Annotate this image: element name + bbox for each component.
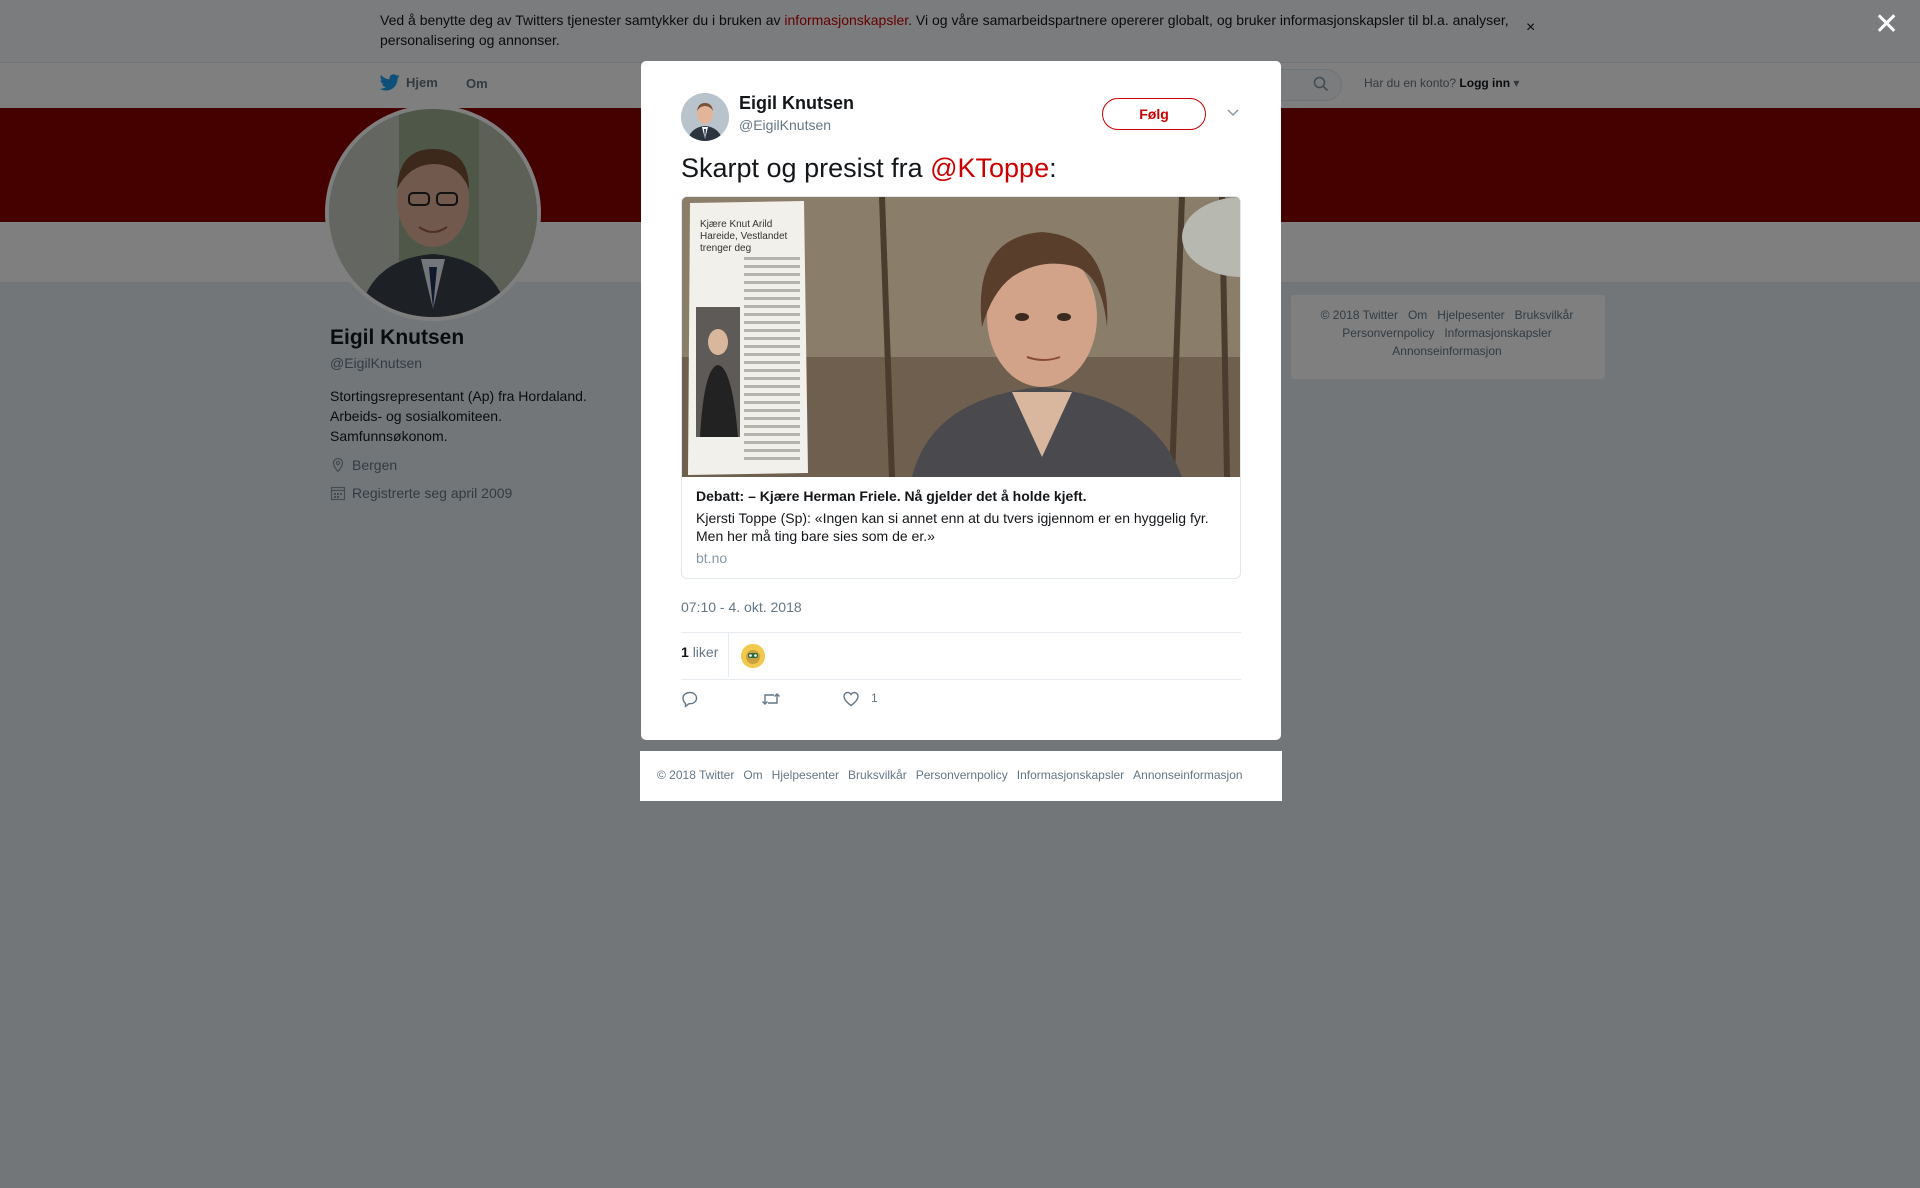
stats-divider (728, 633, 729, 677)
mention-link[interactable]: @KToppe (930, 153, 1049, 183)
modal-footer-links: © 2018 Twitter Om Hjelpesenter Bruksvilkår P… (657, 768, 1252, 782)
footer-link-terms[interactable]: Bruksvilkår (848, 768, 907, 782)
tweet-text: Skarpt og presist fra @KToppe: (681, 150, 1057, 186)
footer-link-ads[interactable]: Annonseinformasjon (1133, 768, 1242, 782)
follow-button[interactable]: Følg (1102, 98, 1206, 130)
tweet-timestamp[interactable]: 07:10 - 4. okt. 2018 (681, 599, 802, 615)
like-count: 1 (871, 691, 878, 705)
author-photo (681, 93, 729, 141)
heart-icon[interactable] (842, 690, 860, 708)
footer-link-privacy[interactable]: Personvernpolicy (916, 768, 1008, 782)
author-handle[interactable]: @EigilKnutsen (739, 117, 831, 133)
liker-photo (741, 644, 765, 668)
footer-link-cookies[interactable]: Informasjonskapsler (1017, 768, 1124, 782)
tweet-text-start: Skarpt og presist fra (681, 153, 931, 183)
likes-number: 1 (681, 644, 689, 660)
card-title: Debatt: – Kjære Herman Friele. Nå gjelde… (696, 488, 1087, 504)
card-domain: bt.no (696, 550, 728, 566)
author-avatar[interactable] (681, 93, 729, 141)
footer-link-about[interactable]: Om (743, 768, 762, 782)
author-name[interactable]: Eigil Knutsen (739, 93, 854, 114)
likes-label: liker (692, 644, 719, 660)
likes-stat[interactable]: 1 liker (681, 644, 718, 660)
card-image: Kjære Knut Arild Hareide, Vestlandet tre… (682, 197, 1240, 478)
retweet-icon[interactable] (761, 690, 781, 708)
link-card[interactable]: Kjære Knut Arild Hareide, Vestlandet tre… (681, 196, 1241, 579)
chevron-down-icon[interactable] (1226, 107, 1240, 117)
clipping-headline: Kjære Knut Arild Hareide, Vestlandet tre… (700, 219, 788, 254)
close-icon[interactable]: ✕ (1874, 10, 1899, 40)
tweet-text-end: : (1049, 153, 1057, 183)
liker-avatar[interactable] (741, 644, 765, 668)
footer-link-help[interactable]: Hjelpesenter (772, 768, 839, 782)
tweet-stats (681, 632, 1241, 680)
card-description: Kjersti Toppe (Sp): «Ingen kan si annet … (696, 510, 1209, 544)
footer-copyright: © 2018 Twitter (657, 768, 735, 782)
reply-icon[interactable] (681, 690, 699, 708)
